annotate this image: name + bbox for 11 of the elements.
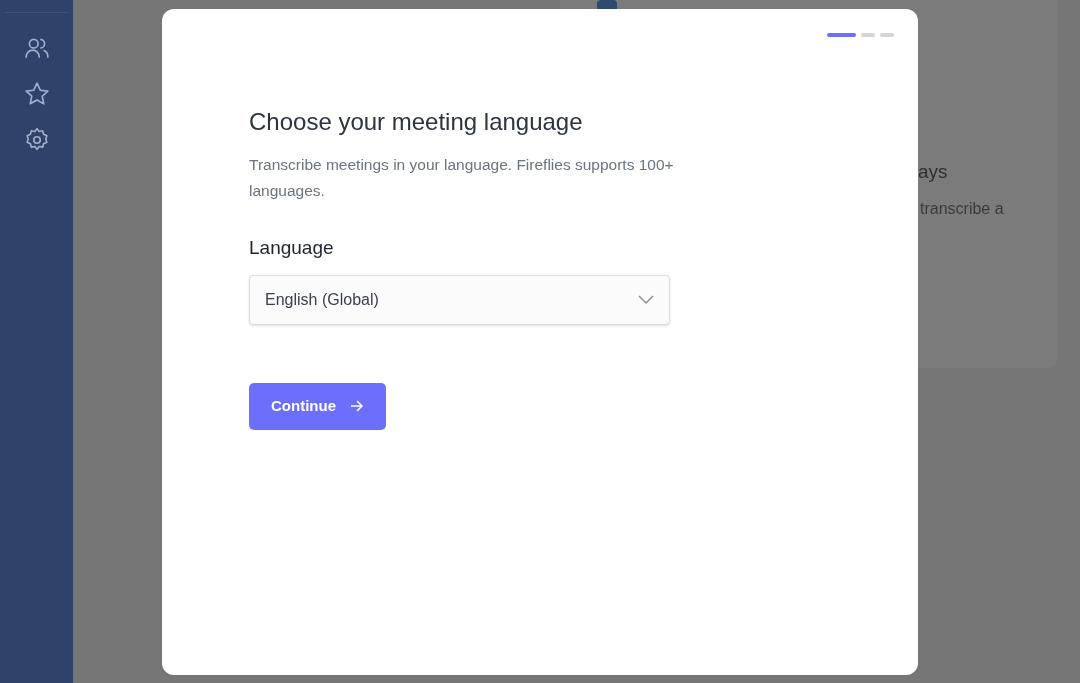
arrow-right-icon	[350, 400, 364, 412]
settings-icon[interactable]	[23, 127, 50, 153]
dialog-description: Transcribe meetings in your language. Fireflies supports 100+ languages.	[249, 155, 675, 201]
star-icon[interactable]	[23, 81, 50, 107]
field-label: Language	[249, 236, 335, 260]
card-heading: ays	[918, 160, 948, 184]
card-text: transcribe a	[920, 199, 1004, 219]
continue-button[interactable]: Continue	[249, 382, 386, 430]
dialog-title: Choose your meeting language	[249, 107, 584, 137]
chevron-down-icon	[638, 294, 654, 305]
language-select[interactable]: English (Global)	[249, 274, 670, 325]
